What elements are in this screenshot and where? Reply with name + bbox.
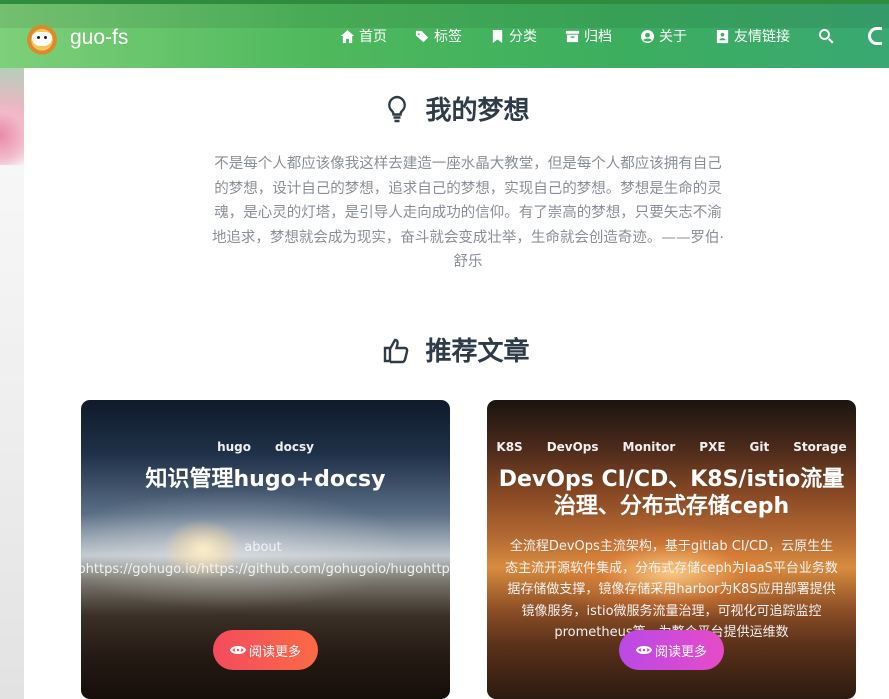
card-desc-line: hugohttps://gohugo.io/https://github.com…	[81, 561, 450, 577]
card-desc-line: about	[244, 540, 282, 555]
nav-item-categories[interactable]: 分类	[490, 26, 537, 46]
card-title[interactable]: 知识管理hugo+docsy	[91, 466, 440, 493]
dream-title-text: 我的梦想	[425, 96, 530, 126]
card-tag[interactable]: K8S	[496, 440, 522, 454]
site-name[interactable]: guo-fs	[70, 26, 128, 50]
dream-section-title: 我的梦想	[24, 90, 889, 127]
nav-label-categories: 分类	[509, 29, 537, 45]
card-tag[interactable]: hugo	[217, 440, 251, 454]
cow-logo-icon[interactable]	[24, 20, 60, 56]
page-background-strip	[0, 0, 24, 699]
decorative-blossom	[0, 105, 24, 165]
card-tag[interactable]: Git	[750, 440, 770, 454]
main-nav: 首页 标签 分类 归档 关于 友情链接	[340, 26, 882, 46]
thumbs-up-icon	[384, 338, 409, 363]
card-tags: hugo docsy	[81, 440, 450, 454]
eye-icon	[635, 646, 652, 654]
tags-icon	[415, 30, 429, 42]
card-tag[interactable]: Monitor	[623, 440, 676, 454]
card-tag[interactable]: docsy	[275, 440, 314, 454]
card-description: 全流程DevOps主流架构，基于gitlab CI/CD，云原生生态主流开源软件…	[505, 539, 838, 640]
nav-label-links: 友情链接	[734, 29, 790, 45]
card-tags: K8S DevOps Monitor PXE Git Storage	[487, 440, 856, 454]
archive-icon	[565, 30, 580, 42]
read-more-button[interactable]: 阅读更多	[619, 630, 724, 670]
recommend-section-title: 推荐文章	[24, 331, 889, 368]
card-tag[interactable]: DevOps	[547, 440, 599, 454]
address-book-icon	[716, 29, 729, 43]
lightbulb-icon	[388, 95, 407, 122]
nav-label-about: 关于	[659, 29, 687, 45]
user-circle-icon	[640, 29, 655, 43]
article-card[interactable]: K8S DevOps Monitor PXE Git Storage DevOp…	[487, 400, 856, 699]
dream-quote: 不是每个人都应该像我这样去建造一座水晶大教堂，但是每个人都应该拥有自己的梦想，设…	[211, 156, 725, 270]
card-title[interactable]: DevOps CI/CD、K8S/istio流量治理、分布式存储ceph	[497, 466, 846, 520]
read-more-button[interactable]: 阅读更多	[213, 630, 318, 670]
bookmark-icon	[492, 29, 503, 43]
recommend-title-text: 推荐文章	[425, 337, 530, 367]
nav-label-tags: 标签	[434, 29, 462, 45]
nav-item-home[interactable]: 首页	[340, 26, 387, 46]
read-more-label: 阅读更多	[654, 644, 707, 660]
top-navbar: guo-fs 首页 标签 分类 归档 关于 友情链接	[0, 0, 889, 68]
nav-item-links[interactable]: 友情链接	[715, 26, 790, 46]
card-tag[interactable]: PXE	[699, 440, 725, 454]
theme-toggle-icon[interactable]	[868, 27, 882, 45]
eye-icon	[229, 646, 246, 654]
nav-item-archive[interactable]: 归档	[565, 26, 612, 46]
home-icon	[340, 29, 355, 43]
main-content: 我的梦想 不是每个人都应该像我这样去建造一座水晶大教堂，但是每个人都应该拥有自己…	[24, 68, 889, 699]
nav-item-tags[interactable]: 标签	[415, 26, 462, 46]
navbar-shade	[0, 4, 889, 28]
nav-label-archive: 归档	[584, 29, 612, 45]
site-brand[interactable]: guo-fs	[24, 20, 128, 56]
nav-item-about[interactable]: 关于	[640, 26, 687, 46]
card-description: about hugohttps://gohugo.io/https://gith…	[81, 537, 450, 580]
card-tag[interactable]: Storage	[793, 440, 846, 454]
search-button[interactable]	[818, 28, 838, 44]
article-card[interactable]: hugo docsy 知识管理hugo+docsy about hugohttp…	[81, 400, 450, 699]
nav-label-home: 首页	[359, 29, 387, 45]
read-more-label: 阅读更多	[248, 644, 301, 660]
search-icon	[819, 29, 834, 44]
